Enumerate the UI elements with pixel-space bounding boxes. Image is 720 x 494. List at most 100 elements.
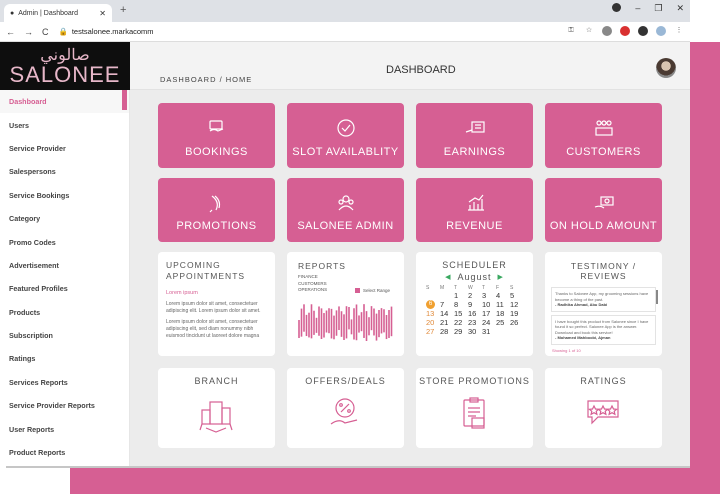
breadcrumb[interactable]: DASHBOARD / HOME: [160, 75, 252, 84]
slot-availability-card[interactable]: SLOT AVAILABLITY: [287, 103, 404, 168]
revenue-card[interactable]: REVENUE: [416, 178, 533, 242]
close-icon[interactable]: ✕: [99, 9, 106, 18]
calendar-day[interactable]: 16: [468, 309, 482, 318]
calendar-day[interactable]: 22: [454, 318, 468, 327]
store-promotions-card[interactable]: STORE PROMOTIONS: [416, 368, 533, 448]
reviews-pager[interactable]: Showing 1 of 10: [552, 348, 662, 353]
calendar-day[interactable]: 18: [496, 309, 510, 318]
sidebar-item-products[interactable]: Products: [0, 301, 129, 324]
calendar-day[interactable]: 25: [496, 318, 510, 327]
sidebar-item-advertisement[interactable]: Advertisement: [0, 254, 129, 277]
close-window-icon[interactable]: ✕: [676, 3, 684, 14]
calendar-day[interactable]: 24: [482, 318, 496, 327]
calendar-day[interactable]: 28: [440, 327, 454, 336]
sidebar-item-label: User Reports: [9, 424, 55, 434]
calendar-day[interactable]: 13: [426, 309, 440, 318]
on-hold-amount-card[interactable]: ON HOLD AMOUNT: [545, 178, 662, 242]
month-label: August: [457, 272, 492, 282]
offers-deals-card[interactable]: OFFERS/DEALS: [287, 368, 404, 448]
calendar-day[interactable]: 2: [468, 291, 482, 300]
calendar-day[interactable]: 30: [468, 327, 482, 336]
forward-icon[interactable]: →: [24, 27, 33, 37]
sidebar-item-featured-profiles[interactable]: Featured Profiles: [0, 277, 129, 300]
bookings-card[interactable]: BOOKINGS: [158, 103, 275, 168]
upcoming-appointments-card[interactable]: UPCOMING APPOINTMENTS Lorem ipsum Lorem …: [158, 252, 275, 356]
sidebar-item-subscription[interactable]: Subscription: [0, 324, 129, 347]
calendar-day[interactable]: 8: [454, 300, 468, 309]
promotions-card[interactable]: PROMOTIONS: [158, 178, 275, 242]
browser-tab[interactable]: ● Admin | Dashboard ✕: [4, 4, 112, 22]
scheduler-card[interactable]: SCHEDULER ◀ August ▶ SMTWTFS 1 2 3 4 5 6 7 8 9 10…: [416, 252, 533, 356]
calendar-day[interactable]: 4: [496, 291, 510, 300]
calendar-day[interactable]: 20: [426, 318, 440, 327]
calendar-day[interactable]: 10: [482, 300, 496, 309]
card-title: RATINGS: [580, 376, 627, 386]
calendar-day[interactable]: 11: [496, 300, 510, 309]
extension-icon[interactable]: [602, 26, 612, 36]
branch-card[interactable]: BRANCH: [158, 368, 275, 448]
prev-month-icon[interactable]: ◀: [445, 273, 451, 281]
new-tab-icon[interactable]: +: [120, 4, 126, 16]
buildings-icon: [199, 401, 233, 433]
url-field[interactable]: testsalonee.markacomm: [72, 27, 154, 36]
avatar[interactable]: [656, 58, 676, 78]
sidebar-item-salespersons[interactable]: Salespersons: [0, 160, 129, 183]
card-title: UPCOMING APPOINTMENTS: [166, 260, 246, 281]
sidebar-item-service-provider[interactable]: Service Provider: [0, 137, 129, 160]
next-month-icon[interactable]: ▶: [498, 273, 504, 281]
key-icon[interactable]: ⚿: [566, 26, 576, 36]
calendar-day[interactable]: 19: [510, 309, 524, 318]
calendar-week: 20 21 22 23 24 25 26: [426, 318, 533, 327]
scrollbar[interactable]: [656, 290, 658, 304]
calendar-day[interactable]: 23: [468, 318, 482, 327]
calendar-day[interactable]: 7: [440, 300, 454, 309]
sidebar-item-services-reports[interactable]: Services Reports: [0, 371, 129, 394]
calendar-day[interactable]: 31: [482, 327, 496, 336]
calendar-day[interactable]: 21: [440, 318, 454, 327]
range-swatch: [355, 288, 360, 293]
adblock-icon[interactable]: [620, 26, 630, 36]
calendar-day[interactable]: 12: [510, 300, 524, 309]
profile-icon[interactable]: [612, 3, 622, 12]
sidebar-item-service-provider-reports[interactable]: Service Provider Reports: [0, 394, 129, 417]
earnings-card[interactable]: EARNINGS: [416, 103, 533, 168]
testimony-card[interactable]: TESTIMONY / REVIEWS Thanks to Salonee Ap…: [545, 252, 662, 356]
browser-window: ● Admin | Dashboard ✕ + – ❐ ✕ ← → C 🔒 te…: [0, 0, 690, 466]
body-text: Lorem ipsum dolor sit amet, consectetuer…: [166, 319, 260, 339]
card-title: BRANCH: [194, 376, 239, 386]
sidebar-item-dashboard[interactable]: Dashboard: [0, 90, 129, 114]
calendar-day[interactable]: 29: [454, 327, 468, 336]
maximize-icon[interactable]: ❐: [654, 3, 662, 14]
reports-card[interactable]: REPORTS FINANCE CUSTOMERS OPERATIONS Sel…: [287, 252, 404, 356]
back-icon[interactable]: ←: [6, 27, 15, 37]
sidebar-item-category[interactable]: Category: [0, 207, 129, 230]
customers-card[interactable]: CUSTOMERS: [545, 103, 662, 168]
salonee-admin-card[interactable]: SALONEE ADMIN: [287, 178, 404, 242]
calendar-day[interactable]: 9: [468, 300, 482, 309]
sidebar-item-user-reports[interactable]: User Reports: [0, 417, 129, 440]
sidebar-item-service-bookings[interactable]: Service Bookings: [0, 184, 129, 207]
calendar-day[interactable]: 14: [440, 309, 454, 318]
select-range[interactable]: Select Range: [355, 288, 390, 293]
sidebar-item-users[interactable]: Users: [0, 113, 129, 136]
sidebar-item-product-reports[interactable]: Product Reports: [0, 441, 129, 464]
calendar-day[interactable]: 5: [510, 291, 524, 300]
account-icon[interactable]: [656, 26, 666, 36]
calendar-day[interactable]: 27: [426, 327, 440, 336]
calendar-day[interactable]: 17: [482, 309, 496, 318]
sidebar-item-ratings[interactable]: Ratings: [0, 347, 129, 370]
calendar-day[interactable]: 3: [482, 291, 496, 300]
sidebar-item-promo-codes[interactable]: Promo Codes: [0, 230, 129, 253]
card-label: SLOT AVAILABLITY: [292, 146, 399, 158]
money-icon: [416, 117, 533, 139]
calendar-day[interactable]: 1: [454, 291, 468, 300]
reload-icon[interactable]: C: [42, 27, 49, 37]
star-icon[interactable]: ☆: [584, 26, 594, 36]
calendar-day[interactable]: 6: [426, 300, 435, 309]
puzzle-icon[interactable]: [638, 26, 648, 36]
ratings-card[interactable]: RATINGS: [545, 368, 662, 448]
minimize-icon[interactable]: –: [635, 3, 640, 14]
calendar-day[interactable]: 15: [454, 309, 468, 318]
menu-icon[interactable]: ⋮: [674, 26, 684, 36]
calendar-day[interactable]: 26: [510, 318, 524, 327]
